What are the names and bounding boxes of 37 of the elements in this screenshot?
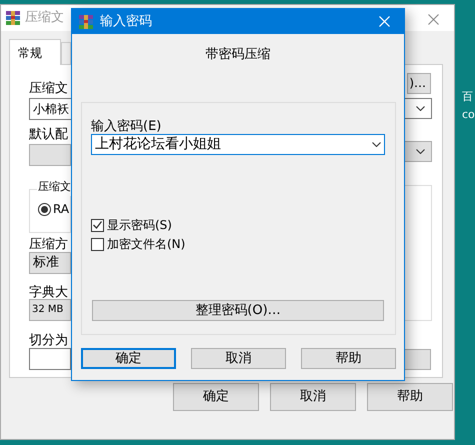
window-title: 压缩文 [25,9,64,28]
chevron-down-icon [416,106,425,111]
dropdown[interactable]: 32 MB [29,299,71,321]
dialog-button[interactable]: 确定 [173,383,259,411]
checkbox-label: 加密文件名(N) [107,236,186,253]
field-label: 字典大 [29,284,68,302]
desktop-icon-label: 百 [462,89,474,105]
dialog-title: 输入密码 [100,12,152,31]
chevron-down-icon [416,149,425,154]
password-combo-box[interactable]: 上村花论坛看小姐姐 [91,134,385,155]
checkbox[interactable] [91,238,104,250]
chevron-down-icon [372,142,381,147]
close-icon[interactable] [428,14,439,25]
archive-icon [5,10,21,26]
text-field[interactable] [29,348,71,370]
organize-passwords-button[interactable]: 整理密码(O)… [92,300,384,321]
checkbox[interactable] [91,218,104,232]
browse-button[interactable]: )… [407,73,431,94]
field-label: 切分为 [29,332,68,350]
field-label: 默认配 [29,126,68,144]
dialog-heading: 带密码压缩 [206,47,270,62]
checkbox-label: 显示密码(S) [107,217,172,234]
field-label: 输入密码(E) [91,118,162,136]
dialog-button[interactable]: 取消 [270,383,356,411]
field-label: 压缩方 [29,236,68,254]
radio-label: RA [53,201,70,218]
dialog-button[interactable]: 确定 [81,348,176,369]
tab[interactable]: 常规 [9,39,61,65]
dialog-button[interactable]: 帮助 [301,348,396,369]
dialog-button[interactable]: 取消 [191,348,286,369]
desktop-icon-label: co [462,107,475,123]
group-label: 压缩文 [37,179,72,196]
archive-icon [78,14,94,30]
dropdown[interactable]: 标准 [29,252,71,274]
field-label: 压缩文 [29,80,68,98]
dialog-button[interactable]: 帮助 [367,383,453,411]
text-field[interactable]: 小棉袄 [29,98,71,120]
